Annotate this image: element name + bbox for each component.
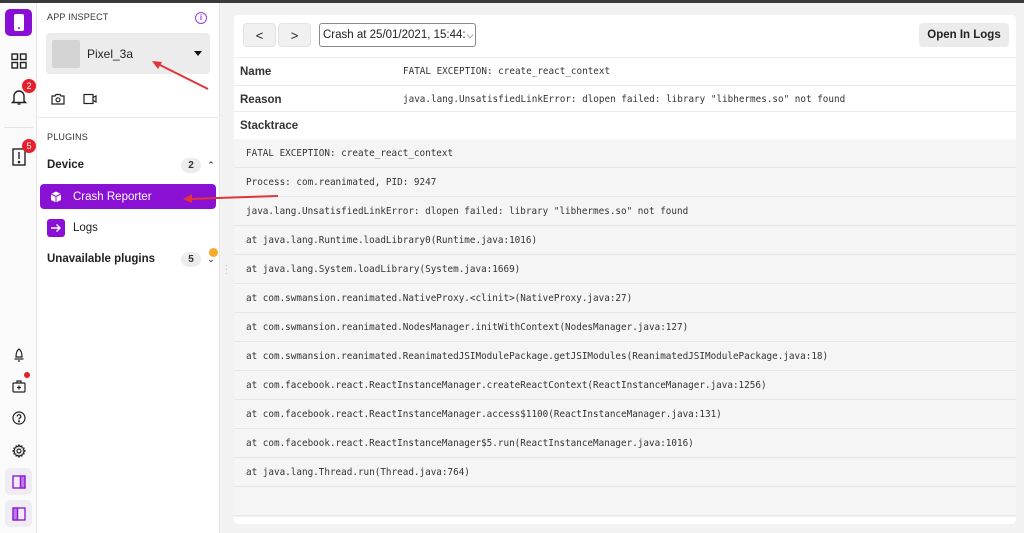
device-thumbnail (52, 39, 80, 68)
settings-gear-icon (11, 443, 26, 458)
app-inspect-title: APP INSPECT (47, 12, 109, 22)
plugin-crash-reporter[interactable]: Crash Reporter (40, 184, 216, 209)
chevron-up-icon: ⌃ (207, 159, 215, 170)
stacktrace-line: java.lang.UnsatisfiedLinkError: dlopen f… (234, 197, 1016, 226)
stacktrace-line: Process: com.reanimated, PID: 9247 (234, 168, 1016, 197)
group-device[interactable]: Device 2 ⌃ (47, 155, 215, 175)
problems-button[interactable]: 5 (5, 139, 36, 170)
group-count: 2 (181, 157, 201, 173)
info-icon[interactable]: i (195, 12, 207, 24)
stacktrace-line: at java.lang.Thread.run(Thread.java:764) (234, 458, 1016, 487)
stacktrace-line: at com.swmansion.reanimated.NativeProxy.… (234, 284, 1016, 313)
group-label: Device (47, 159, 85, 171)
apps-grid-button[interactable] (5, 47, 32, 74)
field-key: Stacktrace (240, 119, 299, 132)
left-sidebar-toggle[interactable] (5, 500, 32, 527)
field-name-row: Name FATAL EXCEPTION: create_react_conte… (234, 57, 1016, 85)
plugin-label: Crash Reporter (73, 190, 152, 203)
group-count: 5 (181, 251, 201, 267)
notification-dot (209, 247, 218, 257)
left-rail: 2 5 (0, 3, 37, 533)
stacktrace-line: at java.lang.Runtime.loadLibrary0(Runtim… (234, 226, 1016, 255)
stacktrace-line: at com.swmansion.reanimated.ReanimatedJS… (234, 342, 1016, 371)
left-sidebar-toggle-icon (11, 506, 26, 521)
plugin-label: Logs (73, 221, 98, 234)
right-sidebar-toggle-icon (11, 474, 26, 489)
next-crash-button[interactable]: > (278, 23, 311, 47)
problems-badge: 5 (22, 139, 36, 153)
stacktrace-line: FATAL EXCEPTION: create_react_context (234, 139, 1016, 168)
field-value: FATAL EXCEPTION: create_react_context (403, 66, 611, 77)
phone-icon (13, 14, 24, 31)
crash-reporter-panel: < > Crash at 25/01/2021, 15:44:4 ⌵ Open … (234, 15, 1016, 524)
group-unavailable-plugins[interactable]: Unavailable plugins 5 ⌄ (47, 247, 218, 269)
rail-divider (4, 127, 33, 128)
field-key: Reason (240, 93, 282, 106)
rocket-button[interactable] (5, 341, 32, 368)
sidebar-divider (37, 117, 220, 118)
stacktrace-line: at com.swmansion.reanimated.NodesManager… (234, 313, 1016, 342)
chevron-down-icon: ⌵ (466, 29, 474, 40)
device-name: Pixel_3a (87, 46, 134, 61)
apps-grid-icon (10, 52, 27, 69)
arrow-right-icon (47, 218, 65, 237)
stacktrace-list: FATAL EXCEPTION: create_react_context Pro… (234, 139, 1016, 517)
caret-down-icon (194, 51, 202, 56)
group-label: Unavailable plugins (47, 253, 155, 265)
help-button[interactable] (5, 404, 32, 431)
rocket-icon (14, 347, 23, 362)
doctor-kit-icon (11, 379, 26, 393)
field-key: Name (240, 65, 272, 78)
chevron-down-icon: ⌄ (207, 247, 218, 265)
camera-icon[interactable] (51, 93, 65, 105)
help-icon (11, 410, 26, 425)
app-inspect-button[interactable] (5, 9, 32, 36)
right-sidebar-toggle[interactable] (5, 468, 32, 495)
package-icon (47, 188, 65, 206)
doctor-alert-dot (24, 372, 30, 378)
video-record-icon[interactable] (83, 93, 97, 105)
field-reason-row: Reason java.lang.UnsatisfiedLinkError: d… (234, 85, 1016, 113)
device-selector[interactable]: Pixel_3a (46, 33, 210, 74)
plugin-sidebar: APP INSPECT i Pixel_3a PLUGINS Device 2 … (37, 3, 220, 533)
crash-select-value: Crash at 25/01/2021, 15:44:4 (323, 29, 465, 41)
stacktrace-line: at java.lang.System.loadLibrary(System.j… (234, 255, 1016, 284)
doctor-button[interactable] (5, 372, 32, 399)
stacktrace-line: at com.facebook.react.ReactInstanceManag… (234, 400, 1016, 429)
crash-select[interactable]: Crash at 25/01/2021, 15:44:4 ⌵ (319, 23, 476, 47)
plugins-title: PLUGINS (47, 132, 88, 142)
notifications-button[interactable]: 2 (5, 79, 36, 110)
settings-button[interactable] (5, 437, 32, 464)
previous-crash-button[interactable]: < (243, 23, 276, 47)
open-in-logs-button[interactable]: Open In Logs (919, 23, 1009, 47)
resize-handle[interactable]: · · · (225, 262, 228, 278)
field-value: java.lang.UnsatisfiedLinkError: dlopen f… (403, 94, 846, 105)
stacktrace-line: at com.facebook.react.ReactInstanceManag… (234, 371, 1016, 400)
crash-toolbar: < > Crash at 25/01/2021, 15:44:4 ⌵ Open … (234, 15, 1016, 55)
stacktrace-line (234, 487, 1016, 516)
field-stacktrace-row: Stacktrace (234, 111, 1016, 139)
notifications-badge: 2 (22, 79, 36, 93)
stacktrace-line: at com.facebook.react.ReactInstanceManag… (234, 429, 1016, 458)
plugin-logs[interactable]: Logs (40, 215, 216, 240)
